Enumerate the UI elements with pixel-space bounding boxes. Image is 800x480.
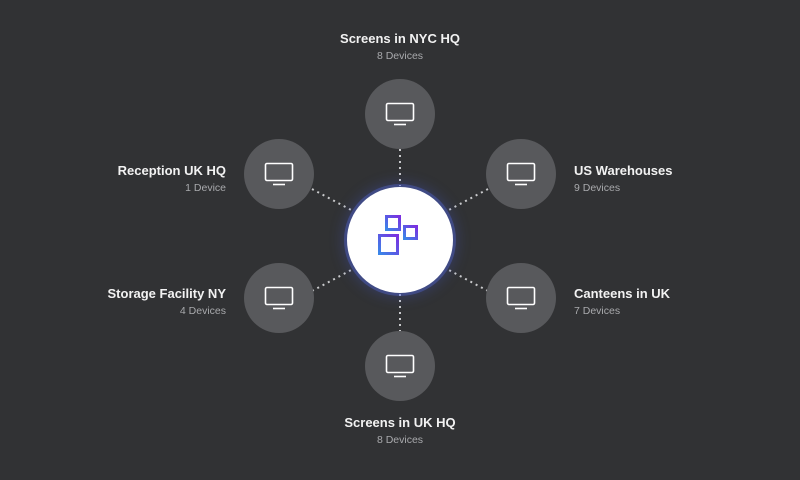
group-node-bottom[interactable] (365, 331, 435, 401)
group-label-lower-left: Storage Facility NY 4 Devices (46, 286, 226, 318)
group-name: Screens in NYC HQ (340, 31, 460, 46)
group-node-top[interactable] (365, 79, 435, 149)
group-name: US Warehouses (574, 163, 673, 178)
device-count: 8 Devices (376, 50, 424, 62)
monitor-icon (385, 354, 415, 378)
group-node-upper-left[interactable] (244, 139, 314, 209)
device-count: 9 Devices (574, 182, 621, 194)
device-count: 8 Devices (376, 434, 424, 446)
app-logo-icon (378, 215, 418, 255)
device-count: 7 Devices (574, 305, 621, 317)
group-name: Storage Facility NY (107, 286, 226, 301)
group-label-lower-right: Canteens in UK 7 Devices (574, 286, 754, 318)
monitor-icon (385, 102, 415, 126)
group-name: Canteens in UK (574, 286, 671, 301)
hub-node[interactable] (347, 187, 453, 293)
group-name: Reception UK HQ (117, 163, 226, 178)
connector-lower-right (446, 268, 489, 292)
group-node-lower-left[interactable] (244, 263, 314, 333)
group-label-bottom: Screens in UK HQ 8 Devices (310, 415, 490, 447)
device-count: 1 Device (185, 182, 226, 194)
group-label-upper-left: Reception UK HQ 1 Device (46, 163, 226, 195)
group-name: Screens in UK HQ (344, 415, 456, 430)
group-node-upper-right[interactable] (486, 139, 556, 209)
monitor-icon (264, 286, 294, 310)
monitor-icon (506, 162, 536, 186)
group-node-lower-right[interactable] (486, 263, 556, 333)
group-label-top: Screens in NYC HQ 8 Devices (310, 31, 490, 63)
device-groups-diagram: Screens in NYC HQ 8 Devices Reception UK… (0, 0, 800, 480)
group-label-upper-right: US Warehouses 9 Devices (574, 163, 754, 195)
monitor-icon (264, 162, 294, 186)
device-count: 4 Devices (179, 305, 226, 317)
monitor-icon (506, 286, 536, 310)
connector-upper-right (446, 188, 489, 212)
